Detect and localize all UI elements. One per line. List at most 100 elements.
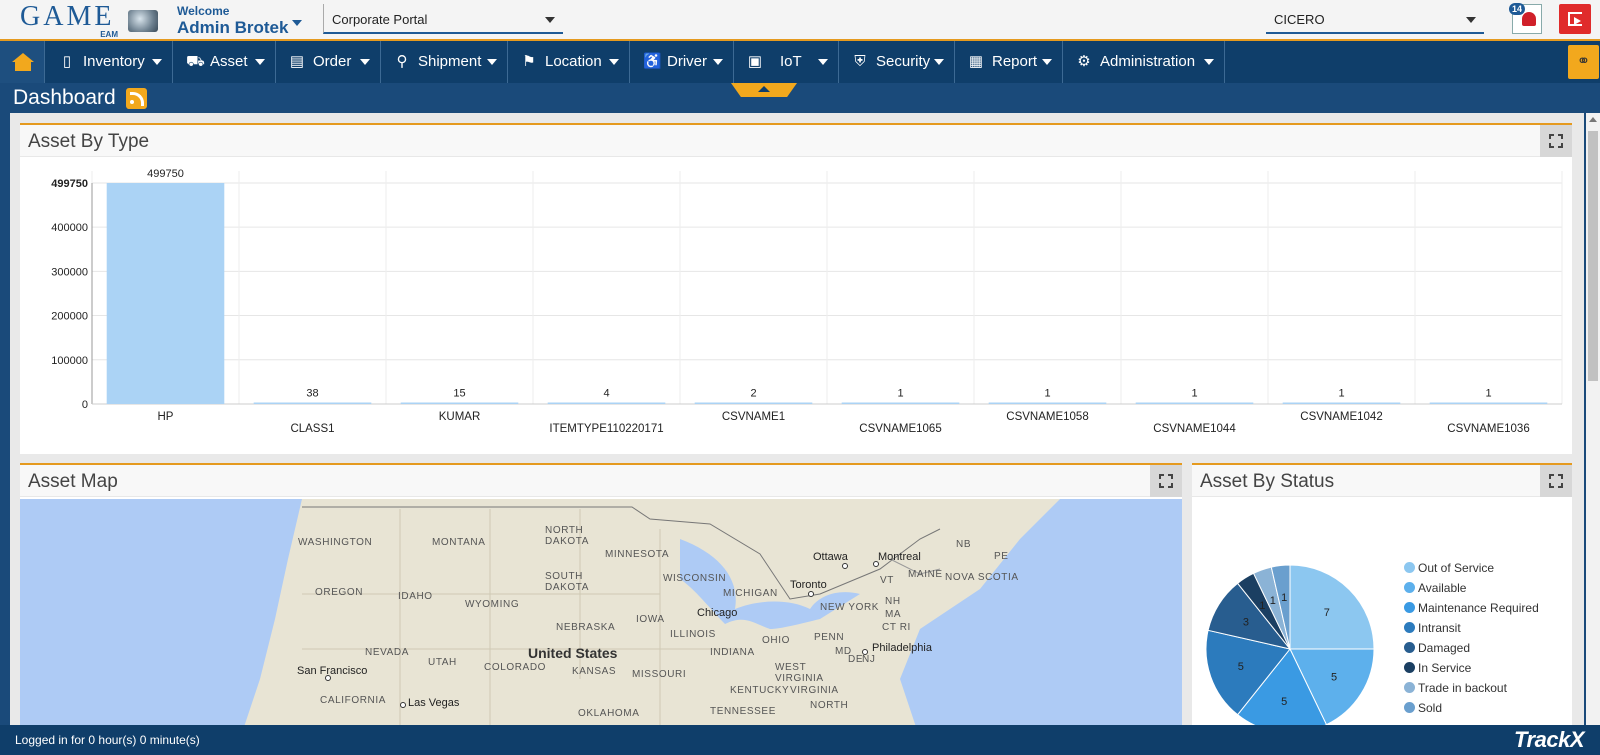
portal-select-value: Corporate Portal (332, 12, 428, 27)
tenant-select[interactable]: CICERO (1266, 4, 1484, 34)
home-button[interactable] (0, 41, 45, 83)
bar[interactable] (1135, 402, 1254, 405)
city-label: Toronto (790, 579, 827, 591)
bar[interactable] (400, 402, 519, 405)
nav-shipment[interactable]: ⚲ Shipment (382, 41, 508, 83)
bar-value-label: 1 (1044, 388, 1050, 400)
bar-value-label: 499750 (147, 168, 184, 180)
bar-value-label: 15 (453, 388, 465, 400)
region-label: CT RI (882, 622, 911, 633)
x-tick-label: CSVNAME1044 (1153, 423, 1236, 435)
bar[interactable] (253, 402, 372, 405)
user-name: Admin Brotek (177, 18, 289, 37)
nav-iot[interactable]: ▣ IoT (735, 41, 839, 83)
legend-item[interactable]: Trade in backout (1404, 681, 1507, 695)
legend-item[interactable]: Sold (1404, 701, 1442, 715)
region-label: MAINE (908, 569, 943, 580)
bar[interactable] (694, 402, 813, 405)
bar[interactable] (1429, 402, 1548, 405)
panel-header: Asset Map (20, 465, 1182, 497)
nav-security[interactable]: ⛨ Security (840, 41, 955, 83)
user-menu[interactable]: Welcome Admin Brotek (177, 4, 288, 38)
gears-icon: ⚙ (1077, 53, 1091, 70)
nav-order[interactable]: ▤ Order (277, 41, 381, 83)
city-marker[interactable] (862, 649, 868, 655)
nav-administration[interactable]: ⚙ Administration (1064, 41, 1225, 83)
chevron-down-icon (609, 59, 619, 65)
driver-seat-icon: ♿ (643, 53, 662, 70)
region-label: NB (956, 539, 972, 550)
logout-button[interactable] (1559, 4, 1591, 34)
pie-value-label: 3 (1243, 616, 1249, 628)
region-label: NH (885, 596, 901, 607)
panel-header: Asset By Status (1192, 465, 1572, 497)
bar[interactable] (547, 402, 666, 405)
city-marker[interactable] (400, 702, 406, 708)
game-eam-logo[interactable]: GAME EAM (20, 1, 120, 40)
collapse-nav-toggle[interactable] (731, 83, 797, 97)
page-scrollbar[interactable] (1586, 113, 1600, 725)
city-label: Chicago (697, 607, 738, 619)
nav-asset[interactable]: ⛟ Asset (174, 41, 276, 83)
y-tick-label: 499750 (51, 178, 88, 190)
bar[interactable] (1282, 402, 1401, 405)
bar[interactable] (106, 183, 225, 404)
x-tick-label: ITEMTYPE110220171 (549, 423, 663, 435)
bar[interactable] (841, 402, 960, 405)
y-tick-label: 400000 (51, 222, 88, 234)
link-button[interactable]: ⚭ (1568, 45, 1599, 79)
city-marker[interactable] (842, 563, 848, 569)
x-tick-label: HP (158, 411, 174, 423)
nav-label: Driver (667, 53, 707, 70)
legend-item[interactable]: Available (1404, 581, 1466, 595)
city-label: Philadelphia (872, 642, 932, 654)
legend-swatch (1404, 702, 1415, 713)
scroll-up-icon[interactable] (1589, 117, 1597, 122)
pie-slice[interactable] (1289, 564, 1375, 650)
portal-select[interactable]: Corporate Portal (323, 4, 563, 34)
asset-by-status-pie: 755531 1 1 (1205, 564, 1375, 725)
bar[interactable] (988, 402, 1107, 405)
legend-swatch (1404, 622, 1415, 633)
country-label: United States (528, 645, 618, 661)
asset-by-type-panel: Asset By Type 0 100000 200000 300000 400000 4… (20, 123, 1572, 454)
expand-panel-button[interactable] (1540, 465, 1572, 497)
scrollbar-thumb[interactable] (1588, 131, 1598, 381)
legend-item[interactable]: Out of Service (1404, 561, 1494, 575)
legend-item[interactable]: Intransit (1404, 621, 1461, 635)
notifications-button[interactable]: 14 (1509, 3, 1542, 34)
asset-map[interactable]: WASHINGTON MONTANA NORTH DAKOTA MINNESOT… (20, 499, 1182, 725)
region-label: OKLAHOMA (578, 708, 640, 719)
city-marker[interactable] (808, 591, 814, 597)
chevron-down-icon[interactable] (292, 20, 302, 26)
x-tick-label: CSVNAME1042 (1300, 411, 1382, 423)
chevron-down-icon (360, 59, 370, 65)
shipment-icon: ⚲ (396, 53, 408, 70)
region-label: CALIFORNIA (320, 695, 387, 706)
nav-location[interactable]: ⚑ Location (509, 41, 630, 83)
top-bar: GAME EAM Welcome Admin Brotek Corporate … (0, 0, 1600, 41)
region-label: NEVADA (365, 647, 409, 658)
nav-inventory[interactable]: ▯ Inventory (47, 41, 173, 83)
bar-value-label: 1 (1191, 388, 1197, 400)
chevron-down-icon (152, 59, 162, 65)
sign-out-icon (1568, 12, 1582, 26)
nav-label: Asset (210, 53, 248, 70)
rss-icon[interactable] (126, 88, 147, 109)
legend-item[interactable]: Maintenance Required (1404, 601, 1539, 615)
page-title: Dashboard (13, 86, 116, 109)
region-label: KENTUCKY (730, 685, 790, 696)
region-label: MINNESOTA (605, 549, 670, 560)
logo-text: GAME (20, 1, 115, 32)
nav-driver[interactable]: ♿ Driver (631, 41, 734, 83)
city-label: Montreal (878, 551, 921, 563)
legend-label: Intransit (1418, 621, 1461, 635)
legend-label: Maintenance Required (1418, 601, 1539, 615)
expand-panel-button[interactable] (1150, 465, 1182, 497)
expand-panel-button[interactable] (1540, 125, 1572, 157)
region-label: NORTH DAKOTA (545, 525, 589, 547)
legend-item[interactable]: Damaged (1404, 641, 1470, 655)
nav-report[interactable]: ▦ Report (956, 41, 1063, 83)
city-label: Ottawa (813, 551, 848, 563)
legend-item[interactable]: In Service (1404, 661, 1471, 675)
